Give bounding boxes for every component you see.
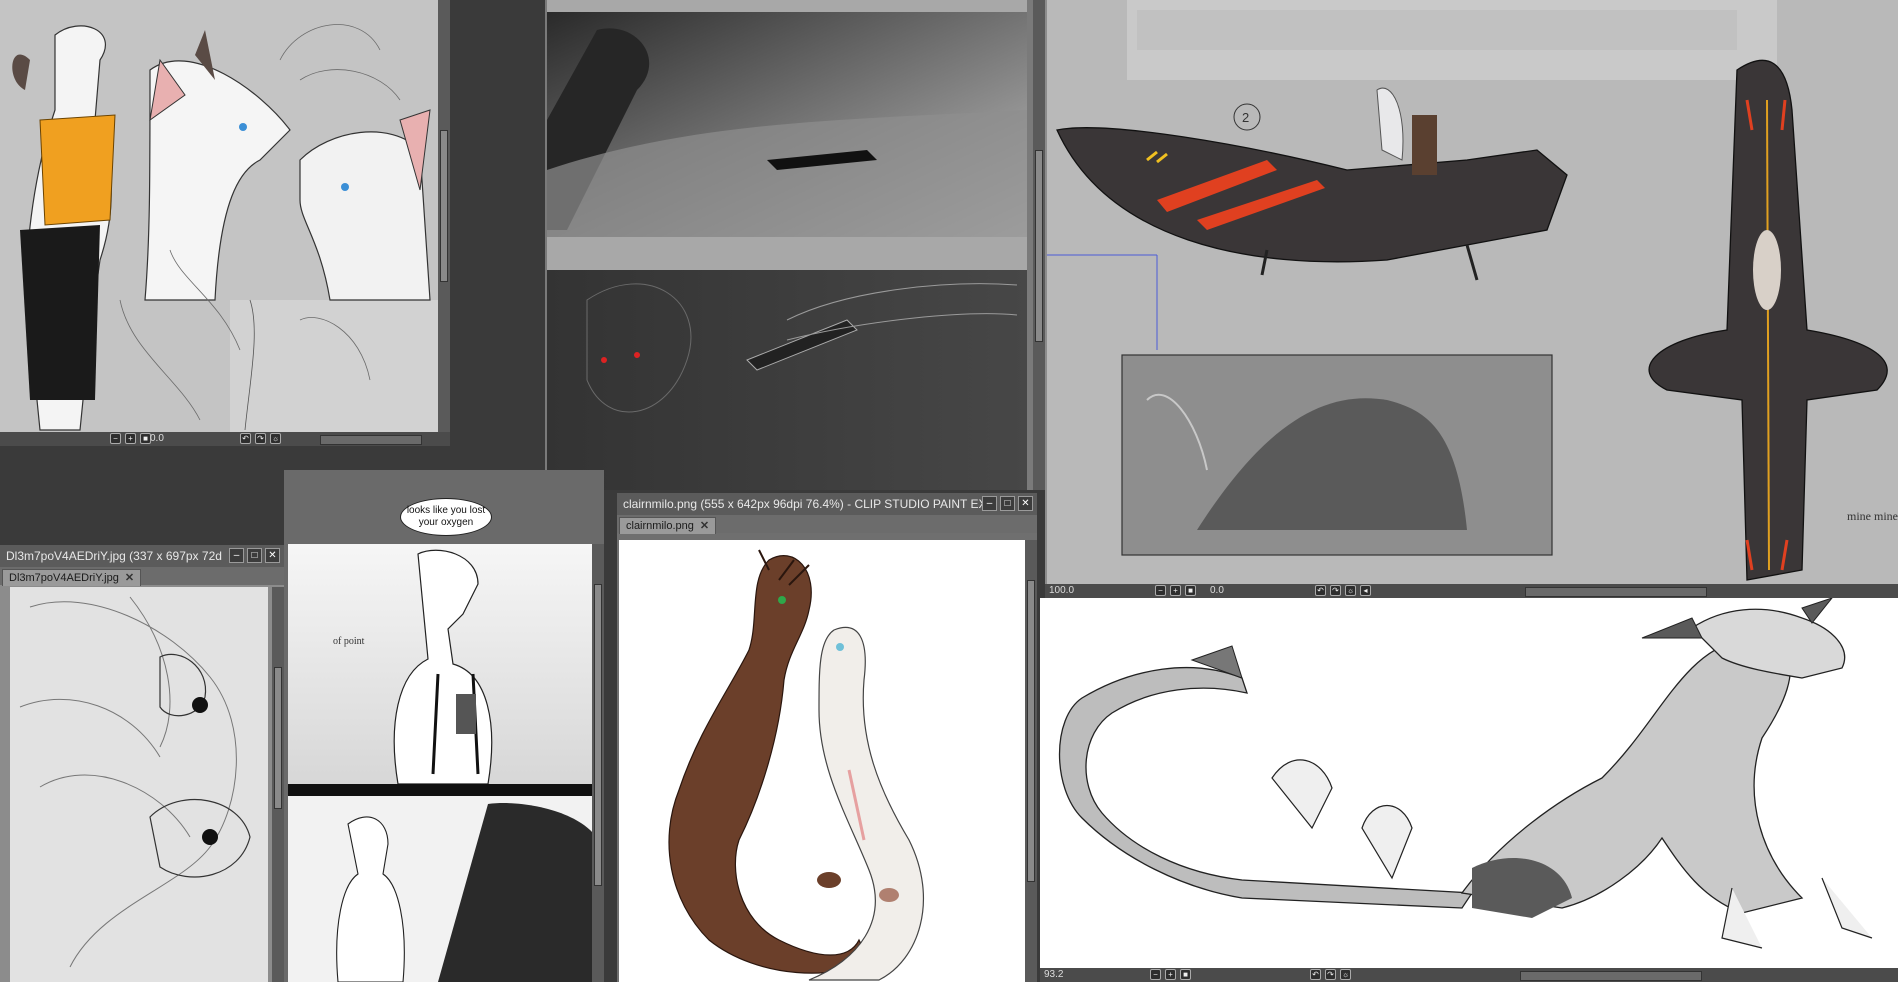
tab-label: clairnmilo.png <box>626 520 694 532</box>
reset-icon[interactable]: ☼ <box>270 433 281 444</box>
sketch-label: of point <box>333 636 365 647</box>
maximize-icon[interactable]: □ <box>1000 496 1015 511</box>
canvas-window-top-right[interactable]: 2 mine mine mine 100.0 − + ■ 0.0 ↶ ↷ ☼ ◂ <box>1045 0 1898 598</box>
zoom-out-icon[interactable]: − <box>1155 585 1166 596</box>
canvas-window-center[interactable]: clairnmilo.png (555 x 642px 96dpi 76.4%)… <box>617 493 1037 982</box>
vertical-scrollbar[interactable] <box>272 587 284 982</box>
vertical-scrollbar[interactable] <box>1025 540 1037 982</box>
rotate-right-icon[interactable]: ↷ <box>255 433 266 444</box>
reset-icon[interactable]: ☼ <box>1340 969 1351 980</box>
zoom-value[interactable]: 93.2 <box>1044 968 1063 982</box>
minimize-icon[interactable]: – <box>982 496 997 511</box>
canvas-dragon[interactable] <box>1042 598 1898 968</box>
maximize-icon[interactable]: □ <box>247 548 262 563</box>
horizontal-scrollbar[interactable] <box>1525 587 1707 597</box>
minimize-icon[interactable]: – <box>229 548 244 563</box>
canvas-window-bottom-right[interactable]: 93.2 − + ■ ↶ ↷ ☼ <box>1040 598 1898 982</box>
close-icon[interactable]: ✕ <box>1018 496 1033 511</box>
status-bar: 100.0 − + ■ 0.0 ↶ ↷ ☼ ◂ <box>1045 584 1898 598</box>
canvas-sketch[interactable] <box>10 587 268 982</box>
fit-icon[interactable]: ■ <box>1185 585 1196 596</box>
rotate-left-icon[interactable]: ↶ <box>1310 969 1321 980</box>
fit-icon[interactable]: ■ <box>1180 969 1191 980</box>
zoom-out-icon[interactable]: − <box>110 433 121 444</box>
window-title-text: clairnmilo.png (555 x 642px 96dpi 76.4%)… <box>623 497 987 511</box>
canvas-character-sheet[interactable] <box>0 0 438 432</box>
speech-bubble: looks like you lost your oxygen <box>400 498 492 536</box>
zoom-out-icon[interactable]: − <box>1150 969 1161 980</box>
tab-bar: Dl3m7poV4AEDriY.jpg ✕ <box>0 567 284 586</box>
vertical-scrollbar[interactable] <box>438 0 450 432</box>
status-bar: 93.2 − + ■ ↶ ↷ ☼ <box>1040 968 1898 982</box>
horizontal-scrollbar[interactable] <box>320 435 422 445</box>
rotate-left-icon[interactable]: ↶ <box>240 433 251 444</box>
close-icon[interactable]: ✕ <box>265 548 280 563</box>
close-tab-icon[interactable]: ✕ <box>700 520 709 532</box>
window-title[interactable]: clairnmilo.png (555 x 642px 96dpi 76.4%)… <box>617 493 1037 515</box>
canvas-window-top-center[interactable] <box>545 0 1045 490</box>
close-tab-icon[interactable]: ✕ <box>125 572 134 584</box>
tab-label: Dl3m7poV4AEDriY.jpg <box>9 572 119 584</box>
reset-icon[interactable]: ☼ <box>1345 585 1356 596</box>
canvas-window-comic[interactable]: of point <box>284 470 604 982</box>
angle-value[interactable]: 0.0 <box>150 432 164 446</box>
canvas-storyboard[interactable] <box>547 0 1027 490</box>
vertical-scrollbar[interactable] <box>592 544 604 982</box>
zoom-in-icon[interactable]: + <box>1170 585 1181 596</box>
rotate-right-icon[interactable]: ↷ <box>1330 585 1341 596</box>
margin-notes: mine mine mine <box>1847 509 1898 523</box>
zoom-value[interactable]: 100.0 <box>1049 584 1074 598</box>
scroll-left-icon[interactable]: ◂ <box>1360 585 1371 596</box>
tab-document[interactable]: Dl3m7poV4AEDriY.jpg ✕ <box>2 569 142 586</box>
canvas-clairnmilo[interactable] <box>619 540 1025 982</box>
angle-value[interactable]: 0.0 <box>1210 584 1224 598</box>
window-title-text: Dl3m7poV4AEDriY.jpg (337 x 697px 72d <box>6 549 222 563</box>
canvas-window-left-small[interactable]: Dl3m7poV4AEDriY.jpg (337 x 697px 72d – □… <box>0 545 284 982</box>
tab-document[interactable]: clairnmilo.png ✕ <box>619 517 717 534</box>
vertical-scrollbar[interactable] <box>1033 0 1045 490</box>
horizontal-scrollbar[interactable] <box>1520 971 1702 981</box>
canvas-comic[interactable]: of point <box>288 544 600 982</box>
rotate-left-icon[interactable]: ↶ <box>1315 585 1326 596</box>
tab-bar: clairnmilo.png ✕ <box>617 515 1037 534</box>
zoom-in-icon[interactable]: + <box>1165 969 1176 980</box>
status-bar: − + ■ 0.0 ↶ ↷ ☼ <box>0 432 450 446</box>
circle-number: 2 <box>1242 110 1249 125</box>
canvas-plane-concept[interactable]: 2 mine mine mine <box>1047 0 1898 584</box>
rotate-right-icon[interactable]: ↷ <box>1325 969 1336 980</box>
zoom-in-icon[interactable]: + <box>125 433 136 444</box>
canvas-window-top-left[interactable]: − + ■ 0.0 ↶ ↷ ☼ <box>0 0 450 446</box>
window-title[interactable]: Dl3m7poV4AEDriY.jpg (337 x 697px 72d – □… <box>0 545 284 567</box>
